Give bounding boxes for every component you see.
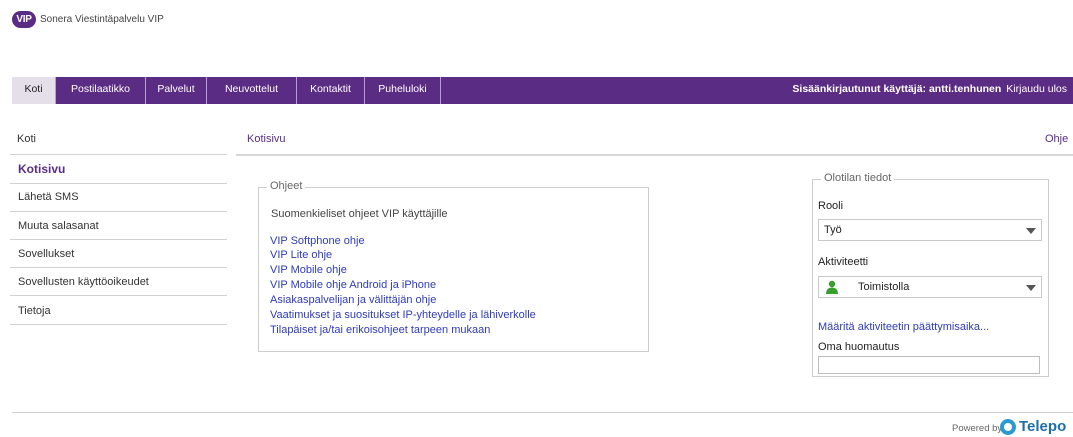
activity-label: Aktiviteetti — [818, 256, 869, 268]
divider — [236, 154, 1073, 156]
tab-koti[interactable]: Koti — [12, 77, 55, 104]
user-area: Sisäänkirjautunut käyttäjä: antti.tenhun… — [792, 77, 1067, 104]
dropdown-arrow-icon — [1026, 285, 1036, 291]
breadcrumb: Kotisivu — [247, 133, 286, 145]
divider — [10, 183, 227, 184]
brand-name: Sonera Viestintäpalvelu VIP — [40, 14, 164, 25]
tab-palvelut[interactable]: Palvelut — [145, 77, 206, 104]
note-label: Oma huomautus — [818, 341, 900, 353]
logout-link[interactable]: Kirjaudu ulos — [1006, 83, 1067, 95]
sidebar-item-sovellukset[interactable]: Sovellukset — [18, 248, 74, 260]
role-select[interactable]: Työ — [818, 219, 1042, 241]
divider — [10, 324, 227, 325]
instructions-legend: Ohjeet — [267, 180, 306, 192]
sidebar-header[interactable]: Koti — [17, 133, 36, 145]
powered-by-label: Powered by — [952, 423, 1003, 434]
link-mobile-android-iphone-guide[interactable]: VIP Mobile ohje Android ja iPhone — [270, 279, 436, 291]
link-lite-guide[interactable]: VIP Lite ohje — [270, 249, 332, 261]
dropdown-arrow-icon — [1026, 228, 1036, 234]
divider — [10, 154, 227, 155]
telepo-logo-text: Telepo — [1019, 418, 1067, 435]
note-input[interactable] — [818, 356, 1040, 374]
divider — [10, 295, 227, 296]
tab-neuvottelut[interactable]: Neuvottelut — [206, 77, 296, 104]
role-value: Työ — [824, 224, 842, 236]
divider — [10, 267, 227, 268]
main-nav: Koti Postilaatikko Palvelut Neuvottelut … — [12, 77, 1073, 104]
activity-select[interactable]: Toimistolla — [818, 276, 1042, 298]
divider — [10, 239, 227, 240]
sidebar-item-laheta-sms[interactable]: Lähetä SMS — [18, 191, 79, 203]
link-mobile-guide[interactable]: VIP Mobile ohje — [270, 264, 347, 276]
sidebar-item-kotisivu[interactable]: Kotisivu — [18, 162, 65, 176]
activity-value: Toimistolla — [858, 281, 910, 293]
link-agent-guide[interactable]: Asiakaspalvelijan ja välittäjän ohje — [270, 294, 436, 306]
help-link[interactable]: Ohje — [1045, 133, 1068, 145]
link-network-requirements[interactable]: Vaatimukset ja suositukset IP-yhteydelle… — [270, 309, 536, 321]
sidebar-item-muuta-salasanat[interactable]: Muuta salasanat — [18, 220, 99, 232]
presence-legend: Olotilan tiedot — [821, 172, 895, 184]
sidebar-item-tietoja[interactable]: Tietoja — [18, 305, 51, 317]
instructions-intro: Suomenkieliset ohjeet VIP käyttäjille — [271, 208, 448, 220]
telepo-logo-icon — [1000, 419, 1016, 435]
footer-divider — [12, 412, 1073, 413]
divider — [10, 211, 227, 212]
tab-puheluloki[interactable]: Puheluloki — [364, 77, 441, 104]
role-label: Rooli — [818, 200, 844, 212]
set-activity-end-link[interactable]: Määritä aktiviteetin päättymisaika... — [818, 321, 989, 333]
logged-in-user: Sisäänkirjautunut käyttäjä: antti.tenhun… — [792, 83, 1002, 95]
tab-postilaatikko[interactable]: Postilaatikko — [55, 77, 145, 104]
user-green-icon — [826, 280, 838, 294]
tab-kontaktit[interactable]: Kontaktit — [296, 77, 364, 104]
link-special-instructions[interactable]: Tilapäiset ja/tai erikoisohjeet tarpeen … — [270, 324, 490, 336]
sidebar-item-kayttooikeudet[interactable]: Sovellusten käyttöoikeudet — [18, 276, 149, 288]
vip-logo: VIP — [12, 11, 36, 28]
link-softphone-guide[interactable]: VIP Softphone ohje — [270, 235, 365, 247]
